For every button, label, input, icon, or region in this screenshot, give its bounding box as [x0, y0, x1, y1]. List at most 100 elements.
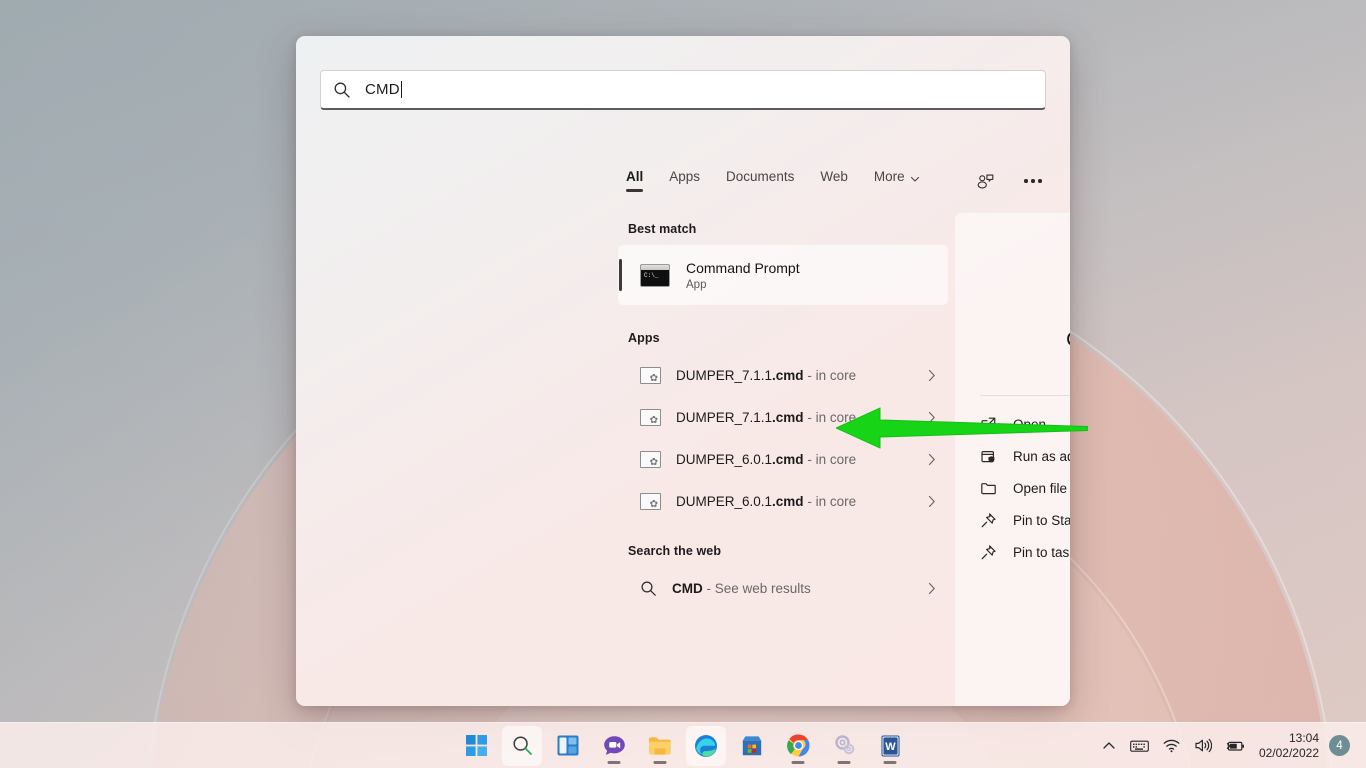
- task-view-button[interactable]: [548, 726, 588, 766]
- task-view-icon: [557, 735, 579, 756]
- app-detail-pane: C:\>_ Command Prompt App Open: [955, 213, 1070, 706]
- search-flyout[interactable]: CMD All Apps Documents Web More: [296, 36, 1070, 706]
- chevron-right-icon[interactable]: [928, 495, 936, 508]
- list-item[interactable]: DUMPER_6.0.1.cmd - in core: [618, 480, 948, 522]
- web-search-item[interactable]: CMD - See web results: [618, 567, 948, 609]
- app-type-label: App: [955, 358, 1070, 372]
- search-input-wrapper[interactable]: CMD: [320, 70, 1046, 110]
- feedback-icon[interactable]: [970, 167, 1000, 195]
- clock-time: 13:04: [1289, 731, 1319, 746]
- open-file-location-label: Open file location: [1013, 481, 1070, 496]
- speaker-icon: [1194, 738, 1212, 753]
- clock-button[interactable]: 13:04 02/02/2022: [1253, 731, 1329, 761]
- tab-documents[interactable]: Documents: [726, 169, 794, 192]
- command-prompt-icon: [640, 264, 670, 287]
- open-file-location-button[interactable]: Open file location: [980, 472, 1070, 504]
- pin-to-start-label: Pin to Start: [1013, 513, 1070, 528]
- battery-charging-icon: [1226, 739, 1246, 753]
- tab-all[interactable]: All: [626, 169, 643, 192]
- taskbar[interactable]: W: [0, 722, 1366, 768]
- pin-icon: [980, 544, 997, 561]
- taskbar-items: W: [456, 726, 910, 766]
- list-item-name: DUMPER_7.1.1: [676, 410, 772, 425]
- desktop[interactable]: CMD All Apps Documents Web More: [0, 0, 1366, 768]
- apps-heading: Apps: [628, 331, 948, 345]
- tab-apps[interactable]: Apps: [669, 169, 700, 192]
- store-button[interactable]: [732, 726, 772, 766]
- chevron-right-icon[interactable]: [928, 369, 936, 382]
- tab-more-label: More: [874, 169, 905, 184]
- battery-button[interactable]: [1219, 726, 1253, 766]
- tab-web[interactable]: Web: [820, 169, 848, 192]
- chevron-up-icon: [1102, 739, 1116, 753]
- pin-to-start-button[interactable]: Pin to Start: [980, 504, 1070, 536]
- volume-button[interactable]: [1187, 726, 1219, 766]
- page-title: Command Prompt: [955, 329, 1070, 352]
- svg-text:W: W: [885, 741, 896, 753]
- cmd-script-file-icon: [640, 367, 661, 384]
- best-match-result[interactable]: Command Prompt App: [618, 245, 948, 305]
- tab-documents-label: Documents: [726, 169, 794, 184]
- keyboard-button[interactable]: [1123, 726, 1156, 766]
- search-tabs[interactable]: All Apps Documents Web More: [626, 169, 919, 192]
- chrome-button[interactable]: [778, 726, 818, 766]
- folder-icon: [980, 480, 997, 497]
- list-item-location: - in core: [807, 494, 856, 509]
- tab-more[interactable]: More: [874, 169, 919, 192]
- notification-badge[interactable]: 4: [1329, 735, 1350, 756]
- cmd-script-file-icon: [640, 451, 661, 468]
- chevron-down-icon: [910, 172, 919, 181]
- cmd-script-file-icon: [640, 493, 661, 510]
- start-button[interactable]: [456, 726, 496, 766]
- system-tray[interactable]: 13:04 02/02/2022 4: [1095, 726, 1356, 766]
- show-hidden-icons-button[interactable]: [1095, 726, 1123, 766]
- list-item-ext: .cmd: [772, 410, 804, 425]
- search-button[interactable]: [502, 726, 542, 766]
- search-icon: [511, 734, 534, 757]
- clock-date: 02/02/2022: [1259, 746, 1319, 761]
- search-icon: [640, 580, 657, 597]
- tab-all-label: All: [626, 169, 643, 184]
- network-button[interactable]: [1156, 726, 1187, 766]
- settings-tool-button[interactable]: [824, 726, 864, 766]
- list-item-ext: .cmd: [772, 368, 804, 383]
- best-match-title: Command Prompt: [686, 259, 800, 278]
- chat-icon: [603, 735, 626, 757]
- folder-icon: [648, 735, 672, 756]
- text-caret: [401, 81, 402, 98]
- wifi-icon: [1163, 738, 1180, 753]
- pin-to-taskbar-label: Pin to taskbar: [1013, 545, 1070, 560]
- list-item-name: DUMPER_6.0.1: [676, 494, 772, 509]
- list-item-location: - in core: [807, 368, 856, 383]
- tab-apps-label: Apps: [669, 169, 700, 184]
- web-search-query: CMD: [672, 581, 703, 596]
- best-match-heading: Best match: [628, 222, 948, 236]
- search-the-web-heading: Search the web: [628, 544, 948, 558]
- list-item-ext: .cmd: [772, 452, 804, 467]
- word-button[interactable]: W: [870, 726, 910, 766]
- pin-to-taskbar-button[interactable]: Pin to taskbar: [980, 536, 1070, 568]
- search-icon: [333, 81, 351, 99]
- best-match-type: App: [686, 279, 800, 291]
- pin-icon: [980, 512, 997, 529]
- cmd-script-file-icon: [640, 409, 661, 426]
- annotation-arrow-icon: [836, 406, 1088, 455]
- list-item-name: DUMPER_6.0.1: [676, 452, 772, 467]
- search-input-value: CMD: [365, 81, 400, 98]
- web-search-suffix: - See web results: [707, 581, 811, 596]
- chevron-right-icon[interactable]: [928, 582, 936, 595]
- search-input[interactable]: CMD: [320, 70, 1046, 110]
- list-item-ext: .cmd: [772, 494, 804, 509]
- search-header-icons[interactable]: [970, 167, 1048, 195]
- windows-logo-icon: [466, 735, 487, 756]
- more-options-icon[interactable]: [1018, 167, 1048, 195]
- keyboard-icon: [1130, 739, 1149, 753]
- list-item[interactable]: DUMPER_7.1.1.cmd - in core: [618, 354, 948, 396]
- word-icon: W: [880, 735, 901, 757]
- edge-icon: [694, 734, 718, 758]
- chat-button[interactable]: [594, 726, 634, 766]
- chrome-icon: [787, 734, 810, 757]
- file-explorer-button[interactable]: [640, 726, 680, 766]
- list-item-name: DUMPER_7.1.1: [676, 368, 772, 383]
- edge-button[interactable]: [686, 726, 726, 766]
